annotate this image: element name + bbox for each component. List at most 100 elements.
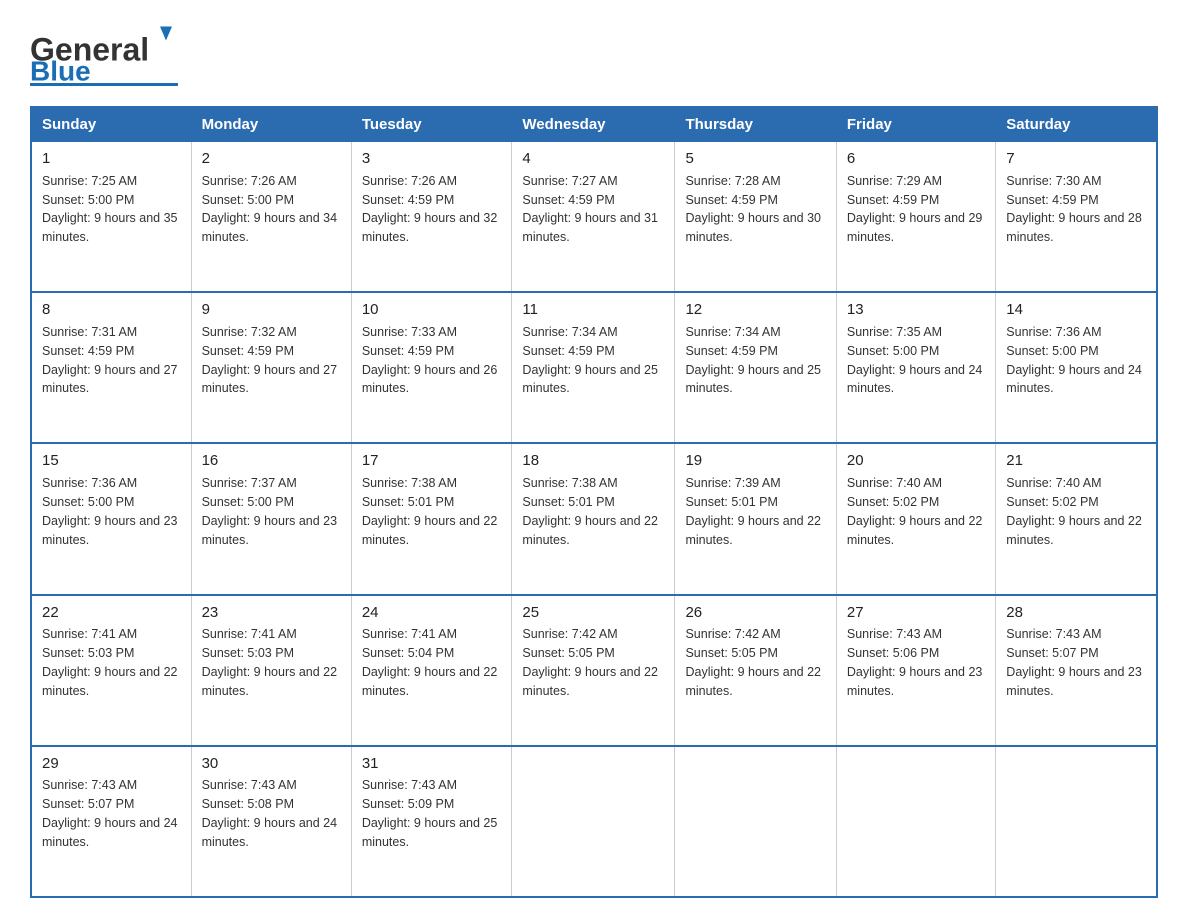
day-info: Sunrise: 7:41 AMSunset: 5:03 PMDaylight:… <box>42 627 178 698</box>
day-info: Sunrise: 7:33 AMSunset: 4:59 PMDaylight:… <box>362 325 498 396</box>
day-number: 14 <box>1006 299 1146 321</box>
day-info: Sunrise: 7:42 AMSunset: 5:05 PMDaylight:… <box>685 627 821 698</box>
svg-text:Blue: Blue <box>30 56 91 87</box>
day-number: 11 <box>522 299 664 321</box>
table-cell: 18 Sunrise: 7:38 AMSunset: 5:01 PMDaylig… <box>512 443 675 594</box>
table-cell: 25 Sunrise: 7:42 AMSunset: 5:05 PMDaylig… <box>512 595 675 746</box>
day-info: Sunrise: 7:43 AMSunset: 5:09 PMDaylight:… <box>362 778 498 849</box>
table-cell: 30 Sunrise: 7:43 AMSunset: 5:08 PMDaylig… <box>191 746 351 897</box>
day-info: Sunrise: 7:31 AMSunset: 4:59 PMDaylight:… <box>42 325 178 396</box>
table-cell: 14 Sunrise: 7:36 AMSunset: 5:00 PMDaylig… <box>996 292 1157 443</box>
day-info: Sunrise: 7:26 AMSunset: 4:59 PMDaylight:… <box>362 174 498 245</box>
day-number: 21 <box>1006 450 1146 472</box>
table-cell: 22 Sunrise: 7:41 AMSunset: 5:03 PMDaylig… <box>31 595 191 746</box>
day-info: Sunrise: 7:35 AMSunset: 5:00 PMDaylight:… <box>847 325 983 396</box>
table-cell: 4 Sunrise: 7:27 AMSunset: 4:59 PMDayligh… <box>512 142 675 293</box>
day-info: Sunrise: 7:34 AMSunset: 4:59 PMDaylight:… <box>522 325 658 396</box>
day-number: 18 <box>522 450 664 472</box>
week-row-1: 1 Sunrise: 7:25 AMSunset: 5:00 PMDayligh… <box>31 142 1157 293</box>
day-number: 9 <box>202 299 341 321</box>
day-info: Sunrise: 7:40 AMSunset: 5:02 PMDaylight:… <box>1006 476 1142 547</box>
table-cell <box>836 746 995 897</box>
day-info: Sunrise: 7:41 AMSunset: 5:04 PMDaylight:… <box>362 627 498 698</box>
day-info: Sunrise: 7:32 AMSunset: 4:59 PMDaylight:… <box>202 325 338 396</box>
weekday-wednesday: Wednesday <box>512 107 675 142</box>
day-number: 31 <box>362 753 502 775</box>
table-cell: 24 Sunrise: 7:41 AMSunset: 5:04 PMDaylig… <box>351 595 512 746</box>
day-number: 13 <box>847 299 985 321</box>
day-info: Sunrise: 7:34 AMSunset: 4:59 PMDaylight:… <box>685 325 821 396</box>
weekday-header-row: SundayMondayTuesdayWednesdayThursdayFrid… <box>31 107 1157 142</box>
table-cell: 29 Sunrise: 7:43 AMSunset: 5:07 PMDaylig… <box>31 746 191 897</box>
table-cell: 11 Sunrise: 7:34 AMSunset: 4:59 PMDaylig… <box>512 292 675 443</box>
day-number: 20 <box>847 450 985 472</box>
weekday-friday: Friday <box>836 107 995 142</box>
day-number: 26 <box>685 602 825 624</box>
day-info: Sunrise: 7:26 AMSunset: 5:00 PMDaylight:… <box>202 174 338 245</box>
day-info: Sunrise: 7:36 AMSunset: 5:00 PMDaylight:… <box>42 476 178 547</box>
day-number: 15 <box>42 450 181 472</box>
table-cell: 6 Sunrise: 7:29 AMSunset: 4:59 PMDayligh… <box>836 142 995 293</box>
day-number: 12 <box>685 299 825 321</box>
day-number: 23 <box>202 602 341 624</box>
table-cell: 9 Sunrise: 7:32 AMSunset: 4:59 PMDayligh… <box>191 292 351 443</box>
table-cell: 3 Sunrise: 7:26 AMSunset: 4:59 PMDayligh… <box>351 142 512 293</box>
table-cell: 15 Sunrise: 7:36 AMSunset: 5:00 PMDaylig… <box>31 443 191 594</box>
header: General Blue <box>30 20 1158 90</box>
week-row-2: 8 Sunrise: 7:31 AMSunset: 4:59 PMDayligh… <box>31 292 1157 443</box>
day-number: 5 <box>685 148 825 170</box>
day-info: Sunrise: 7:38 AMSunset: 5:01 PMDaylight:… <box>522 476 658 547</box>
weekday-saturday: Saturday <box>996 107 1157 142</box>
table-cell: 8 Sunrise: 7:31 AMSunset: 4:59 PMDayligh… <box>31 292 191 443</box>
week-row-5: 29 Sunrise: 7:43 AMSunset: 5:07 PMDaylig… <box>31 746 1157 897</box>
day-info: Sunrise: 7:39 AMSunset: 5:01 PMDaylight:… <box>685 476 821 547</box>
day-number: 27 <box>847 602 985 624</box>
day-number: 10 <box>362 299 502 321</box>
day-number: 22 <box>42 602 181 624</box>
day-info: Sunrise: 7:38 AMSunset: 5:01 PMDaylight:… <box>362 476 498 547</box>
day-number: 7 <box>1006 148 1146 170</box>
day-number: 6 <box>847 148 985 170</box>
day-number: 4 <box>522 148 664 170</box>
day-info: Sunrise: 7:40 AMSunset: 5:02 PMDaylight:… <box>847 476 983 547</box>
day-number: 2 <box>202 148 341 170</box>
day-info: Sunrise: 7:43 AMSunset: 5:07 PMDaylight:… <box>42 778 178 849</box>
weekday-tuesday: Tuesday <box>351 107 512 142</box>
day-number: 8 <box>42 299 181 321</box>
day-info: Sunrise: 7:41 AMSunset: 5:03 PMDaylight:… <box>202 627 338 698</box>
table-cell: 13 Sunrise: 7:35 AMSunset: 5:00 PMDaylig… <box>836 292 995 443</box>
day-info: Sunrise: 7:43 AMSunset: 5:07 PMDaylight:… <box>1006 627 1142 698</box>
day-number: 16 <box>202 450 341 472</box>
day-info: Sunrise: 7:27 AMSunset: 4:59 PMDaylight:… <box>522 174 658 245</box>
table-cell: 1 Sunrise: 7:25 AMSunset: 5:00 PMDayligh… <box>31 142 191 293</box>
table-cell <box>996 746 1157 897</box>
table-cell: 31 Sunrise: 7:43 AMSunset: 5:09 PMDaylig… <box>351 746 512 897</box>
table-cell: 10 Sunrise: 7:33 AMSunset: 4:59 PMDaylig… <box>351 292 512 443</box>
logo: General Blue <box>30 20 180 90</box>
day-number: 19 <box>685 450 825 472</box>
day-info: Sunrise: 7:43 AMSunset: 5:08 PMDaylight:… <box>202 778 338 849</box>
day-number: 29 <box>42 753 181 775</box>
day-number: 28 <box>1006 602 1146 624</box>
page: General Blue SundayMondayTuesdayWednesda… <box>0 0 1188 918</box>
weekday-monday: Monday <box>191 107 351 142</box>
week-row-4: 22 Sunrise: 7:41 AMSunset: 5:03 PMDaylig… <box>31 595 1157 746</box>
day-info: Sunrise: 7:25 AMSunset: 5:00 PMDaylight:… <box>42 174 178 245</box>
day-info: Sunrise: 7:29 AMSunset: 4:59 PMDaylight:… <box>847 174 983 245</box>
day-number: 1 <box>42 148 181 170</box>
day-info: Sunrise: 7:37 AMSunset: 5:00 PMDaylight:… <box>202 476 338 547</box>
day-info: Sunrise: 7:36 AMSunset: 5:00 PMDaylight:… <box>1006 325 1142 396</box>
table-cell: 16 Sunrise: 7:37 AMSunset: 5:00 PMDaylig… <box>191 443 351 594</box>
weekday-sunday: Sunday <box>31 107 191 142</box>
week-row-3: 15 Sunrise: 7:36 AMSunset: 5:00 PMDaylig… <box>31 443 1157 594</box>
day-info: Sunrise: 7:28 AMSunset: 4:59 PMDaylight:… <box>685 174 821 245</box>
day-info: Sunrise: 7:43 AMSunset: 5:06 PMDaylight:… <box>847 627 983 698</box>
table-cell: 21 Sunrise: 7:40 AMSunset: 5:02 PMDaylig… <box>996 443 1157 594</box>
table-cell: 23 Sunrise: 7:41 AMSunset: 5:03 PMDaylig… <box>191 595 351 746</box>
day-number: 17 <box>362 450 502 472</box>
table-cell <box>512 746 675 897</box>
weekday-thursday: Thursday <box>675 107 836 142</box>
calendar-table: SundayMondayTuesdayWednesdayThursdayFrid… <box>30 106 1158 898</box>
table-cell <box>675 746 836 897</box>
table-cell: 20 Sunrise: 7:40 AMSunset: 5:02 PMDaylig… <box>836 443 995 594</box>
